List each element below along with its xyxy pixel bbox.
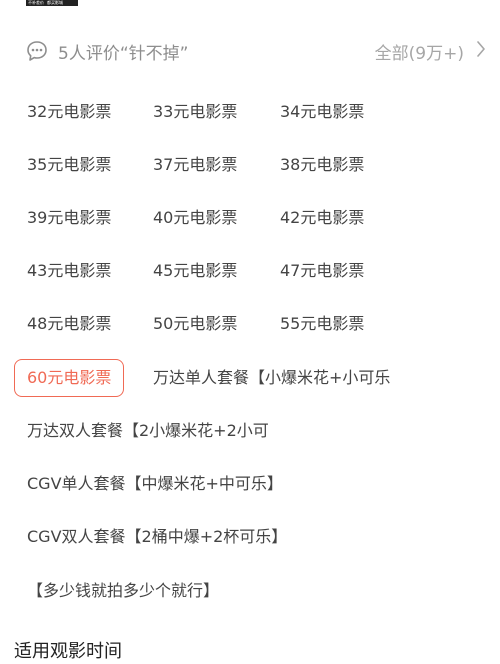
ticket-options: 32元电影票 33元电影票 34元电影票 35元电影票 37元电影票 38元电影… (0, 0, 500, 661)
option-32[interactable]: 32元电影票 (27, 94, 111, 130)
option-34[interactable]: 34元电影票 (280, 94, 364, 130)
option-any-amount[interactable]: 【多少钱就拍多少个就行】 (27, 573, 219, 609)
option-45[interactable]: 45元电影票 (153, 253, 237, 289)
option-37[interactable]: 37元电影票 (153, 147, 237, 183)
option-cgv-double[interactable]: CGV双人套餐【2桶中爆+2杯可乐】 (27, 519, 287, 555)
option-wanda-double[interactable]: 万达双人套餐【2小爆米花+2小可 (27, 413, 269, 449)
section-title-viewing-time: 适用观影时间 (14, 641, 122, 662)
option-39[interactable]: 39元电影票 (27, 200, 111, 236)
option-35[interactable]: 35元电影票 (27, 147, 111, 183)
option-33[interactable]: 33元电影票 (153, 94, 237, 130)
option-48[interactable]: 48元电影票 (27, 306, 111, 342)
option-47[interactable]: 47元电影票 (280, 253, 364, 289)
option-50[interactable]: 50元电影票 (153, 306, 237, 342)
option-42[interactable]: 42元电影票 (280, 200, 364, 236)
option-38[interactable]: 38元电影票 (280, 147, 364, 183)
option-wanda-single[interactable]: 万达单人套餐【小爆米花+小可乐 (153, 360, 390, 396)
option-60-selected[interactable]: 60元电影票 (14, 359, 125, 397)
option-43[interactable]: 43元电影票 (27, 253, 111, 289)
option-cgv-single[interactable]: CGV单人套餐【中爆米花+中可乐】 (27, 466, 283, 502)
option-40[interactable]: 40元电影票 (153, 200, 237, 236)
option-55[interactable]: 55元电影票 (280, 306, 364, 342)
